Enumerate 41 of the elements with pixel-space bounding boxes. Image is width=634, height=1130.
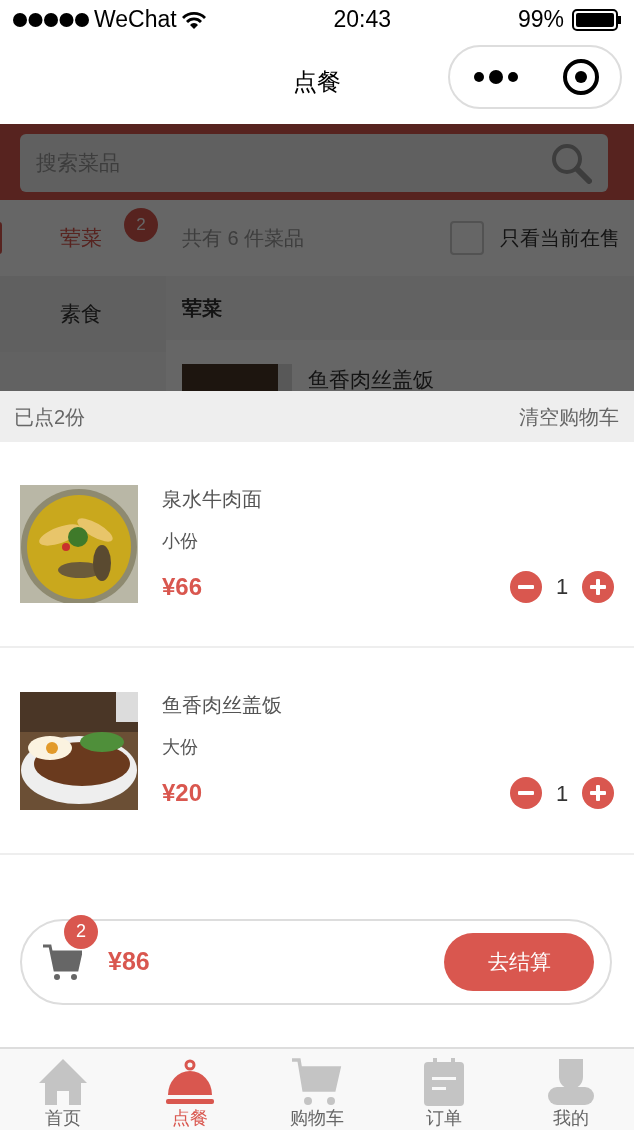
carrier-name: WeChat	[94, 5, 177, 35]
signal-icon	[12, 11, 90, 28]
battery-icon	[572, 8, 622, 31]
plus-icon	[590, 578, 606, 595]
page-title: 点餐	[293, 66, 341, 97]
minus-icon	[518, 584, 534, 589]
plus-icon	[590, 785, 606, 802]
item-size: 大份	[162, 736, 199, 760]
count-badge: 2	[124, 207, 158, 242]
search-icon	[550, 141, 592, 184]
cart-icon	[291, 1057, 343, 1108]
home-icon	[37, 1057, 90, 1108]
tab-item[interactable]: 购物车	[253, 1049, 381, 1130]
tab-item[interactable]: 订单	[380, 1049, 508, 1130]
item-name: 泉水牛肉面	[162, 486, 263, 512]
tab-item[interactable]: 首页	[0, 1049, 127, 1130]
count-badge: 2	[64, 914, 98, 949]
section-title: 荤菜	[166, 275, 634, 340]
order-count: 已点2份	[14, 404, 86, 430]
decrease-button[interactable]	[510, 777, 542, 810]
increase-button[interactable]	[582, 570, 614, 603]
status-time: 20:43	[333, 5, 392, 35]
item-price: ¥66	[162, 571, 204, 602]
item-quantity: 1	[554, 779, 570, 808]
tab-item[interactable]: 点餐	[126, 1049, 254, 1130]
item-price: ¥20	[162, 778, 204, 809]
battery-level: 99%	[517, 5, 564, 35]
item-quantity: 1	[554, 573, 570, 602]
decrease-button[interactable]	[510, 570, 542, 603]
filter-label: 只看当前在售	[500, 225, 620, 251]
close-icon[interactable]	[561, 58, 600, 97]
total-price: ¥86	[108, 946, 151, 978]
item-name: 鱼香肉丝盖饭	[162, 693, 283, 719]
checkout-button[interactable]: 去结算	[444, 932, 594, 991]
increase-button[interactable]	[582, 777, 614, 810]
tab-item[interactable]: 我的	[507, 1049, 634, 1130]
item-size: 小份	[162, 529, 199, 553]
wifi-icon	[180, 9, 207, 30]
minus-icon	[518, 791, 534, 796]
dish-name: 鱼香肉丝盖饭	[308, 366, 434, 391]
clear-cart-link[interactable]: 清空购物车	[518, 400, 620, 433]
